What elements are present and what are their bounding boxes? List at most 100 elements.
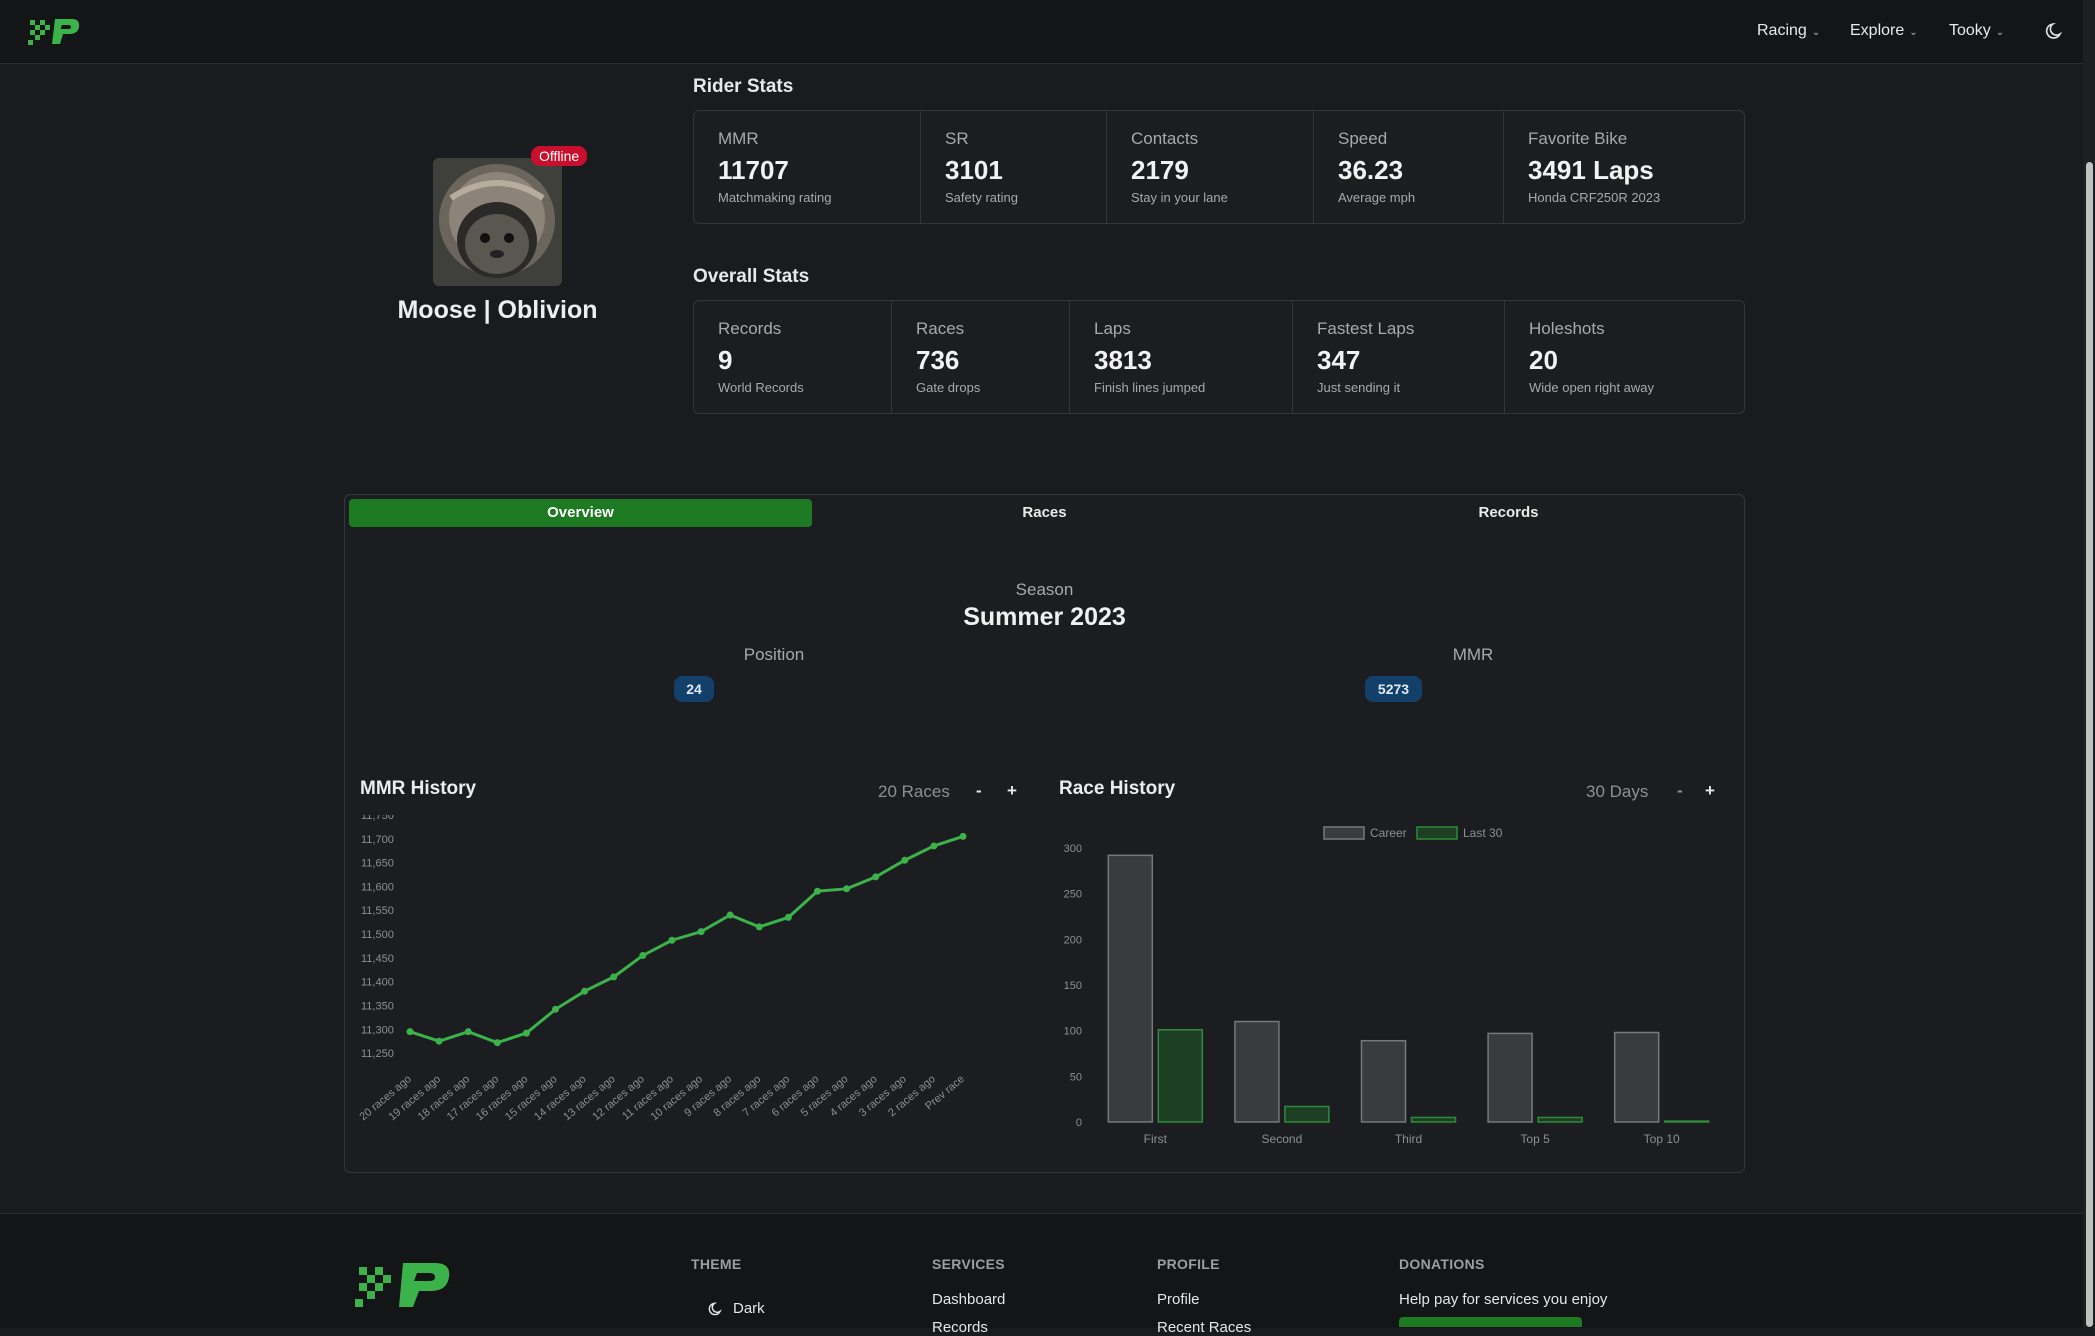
y-tick-label: 11,450 bbox=[361, 953, 394, 965]
y-tick-label: 11,500 bbox=[361, 929, 394, 941]
stat-mmr: MMR 11707 Matchmaking rating bbox=[694, 111, 921, 223]
scrollbar-thumb[interactable] bbox=[2086, 162, 2093, 1327]
footer-services-heading: SERVICES bbox=[932, 1256, 1005, 1272]
stat-description: Average mph bbox=[1338, 190, 1416, 205]
footer-donations-heading: DONATIONS bbox=[1399, 1256, 1485, 1272]
bar-career bbox=[1487, 1032, 1533, 1123]
legend-swatch bbox=[1416, 826, 1458, 840]
nav-racing-menu[interactable]: Racing ⌄ bbox=[1757, 22, 1820, 40]
footer-profile-heading: PROFILE bbox=[1157, 1256, 1220, 1272]
stat-description: Safety rating bbox=[945, 190, 1018, 205]
footer-link-records[interactable]: Records bbox=[932, 1319, 988, 1336]
stat-label: MMR bbox=[718, 129, 759, 148]
y-tick-label: 11,350 bbox=[361, 1000, 394, 1012]
footer-link-recent-races[interactable]: Recent Races bbox=[1157, 1319, 1251, 1336]
stat-laps: Laps 3813 Finish lines jumped bbox=[1070, 301, 1293, 413]
mmr-data-point bbox=[581, 987, 589, 995]
mmr-data-point bbox=[464, 1028, 472, 1036]
top-navbar: Racing ⌄ Explore ⌄ Tooky ⌄ bbox=[0, 0, 2083, 64]
bar-last-30 bbox=[1537, 1116, 1583, 1123]
legend-swatch bbox=[1323, 826, 1365, 840]
theme-dark-option[interactable]: Dark bbox=[733, 1300, 765, 1317]
mmr-series-line bbox=[409, 835, 964, 1045]
mmr-data-point bbox=[784, 913, 792, 921]
stat-label: Laps bbox=[1094, 319, 1131, 338]
y-tick-label: 11,700 bbox=[361, 834, 394, 846]
mmr-range-increase-button[interactable]: + bbox=[1007, 781, 1017, 801]
overview-card: Overview Races Records Season Summer 202… bbox=[344, 494, 1745, 1173]
chevron-down-icon: ⌄ bbox=[1909, 27, 1918, 38]
tab-bar: Overview Races Records bbox=[349, 499, 1740, 527]
footer-link-dashboard[interactable]: Dashboard bbox=[932, 1291, 1005, 1308]
stat-races: Races 736 Gate drops bbox=[892, 301, 1070, 413]
moon-icon[interactable] bbox=[2045, 21, 2065, 41]
nav-user-menu[interactable]: Tooky ⌄ bbox=[1949, 22, 2004, 40]
mmr-data-point bbox=[552, 1005, 560, 1013]
donations-text: Help pay for services you enjoy bbox=[1399, 1291, 1608, 1308]
stat-value: 347 bbox=[1317, 345, 1361, 375]
y-tick-label: 11,300 bbox=[361, 1024, 394, 1036]
stat-records: Records 9 World Records bbox=[694, 301, 892, 413]
x-tick-label: Second bbox=[1262, 1132, 1303, 1146]
stat-favorite-bike: Favorite Bike 3491 Laps Honda CRF250R 20… bbox=[1504, 111, 1744, 223]
footer-link-profile[interactable]: Profile bbox=[1157, 1291, 1200, 1308]
rider-stats-title: Rider Stats bbox=[693, 76, 794, 97]
site-logo[interactable] bbox=[28, 16, 82, 48]
y-tick-label: 11,550 bbox=[361, 905, 394, 917]
mmr-data-point bbox=[610, 973, 618, 981]
stat-value: 2179 bbox=[1131, 155, 1189, 185]
stat-description: Finish lines jumped bbox=[1094, 380, 1206, 395]
stat-value: 3491 Laps bbox=[1528, 155, 1654, 185]
position-label: Position bbox=[743, 645, 805, 664]
seal-in-helmet-avatar bbox=[433, 158, 562, 286]
bar-career bbox=[1613, 1031, 1660, 1123]
mmr-history-chart: 11,250 11,300 11,350 11,400 11,450 11,500 11,5… bbox=[357, 815, 966, 1123]
mmr-data-point bbox=[872, 873, 880, 881]
stat-value: 9 bbox=[718, 345, 733, 375]
moon-icon bbox=[708, 1302, 722, 1316]
x-tick-label: Third bbox=[1395, 1132, 1422, 1146]
mmr-data-point bbox=[755, 923, 763, 931]
y-tick-label: 11,400 bbox=[361, 977, 394, 989]
nav-explore-menu[interactable]: Explore ⌄ bbox=[1850, 22, 1918, 40]
y-tick-label: 100 bbox=[1064, 1026, 1082, 1038]
rider-name: Moose | Oblivion bbox=[397, 296, 598, 324]
mmr-data-point bbox=[813, 887, 821, 895]
rider-stats-panel: MMR 11707 Matchmaking rating SR 3101 Saf… bbox=[693, 110, 1745, 224]
mmr-data-point bbox=[406, 1028, 414, 1036]
stat-value: 3101 bbox=[945, 155, 1003, 185]
avatar bbox=[433, 158, 562, 286]
stat-description: Just sending it bbox=[1317, 380, 1401, 395]
y-tick-label: 11,650 bbox=[361, 858, 394, 870]
tab-races[interactable]: Races bbox=[813, 499, 1276, 527]
bar-career bbox=[1107, 854, 1154, 1123]
overall-stats-title: Overall Stats bbox=[693, 266, 810, 287]
stat-label: Holeshots bbox=[1529, 319, 1605, 338]
donate-button[interactable] bbox=[1399, 1317, 1582, 1327]
chevron-down-icon: ⌄ bbox=[1811, 27, 1821, 38]
site-logo-large[interactable] bbox=[355, 1259, 453, 1311]
stat-description: Gate drops bbox=[916, 380, 981, 395]
tab-records[interactable]: Records bbox=[1277, 499, 1740, 527]
bar-last-30 bbox=[1410, 1116, 1457, 1123]
stat-description: Wide open right away bbox=[1529, 380, 1655, 395]
y-tick-label: 11,600 bbox=[361, 881, 394, 893]
race-range-increase-button[interactable]: + bbox=[1705, 781, 1715, 801]
y-tick-label: 0 bbox=[1076, 1117, 1082, 1129]
stat-sr: SR 3101 Safety rating bbox=[921, 111, 1107, 223]
mmr-range-decrease-button[interactable]: - bbox=[976, 781, 982, 801]
chevron-down-icon: ⌄ bbox=[1995, 27, 2005, 38]
y-tick-label: 200 bbox=[1064, 934, 1082, 946]
x-tick-label: Top 5 bbox=[1520, 1132, 1550, 1146]
race-history-range: 30 Days bbox=[1586, 782, 1649, 801]
tab-overview[interactable]: Overview bbox=[349, 499, 812, 527]
stat-fastest-laps: Fastest Laps 347 Just sending it bbox=[1293, 301, 1505, 413]
stat-holeshots: Holeshots 20 Wide open right away bbox=[1505, 301, 1744, 413]
mmr-data-point bbox=[930, 842, 938, 850]
stat-speed: Speed 36.23 Average mph bbox=[1314, 111, 1504, 223]
season-name: Summer 2023 bbox=[963, 603, 1126, 631]
race-range-decrease-button[interactable]: - bbox=[1677, 781, 1683, 801]
mmr-data-point bbox=[697, 928, 705, 936]
race-history-title: Race History bbox=[1059, 778, 1176, 799]
stat-value: 3813 bbox=[1094, 345, 1152, 375]
